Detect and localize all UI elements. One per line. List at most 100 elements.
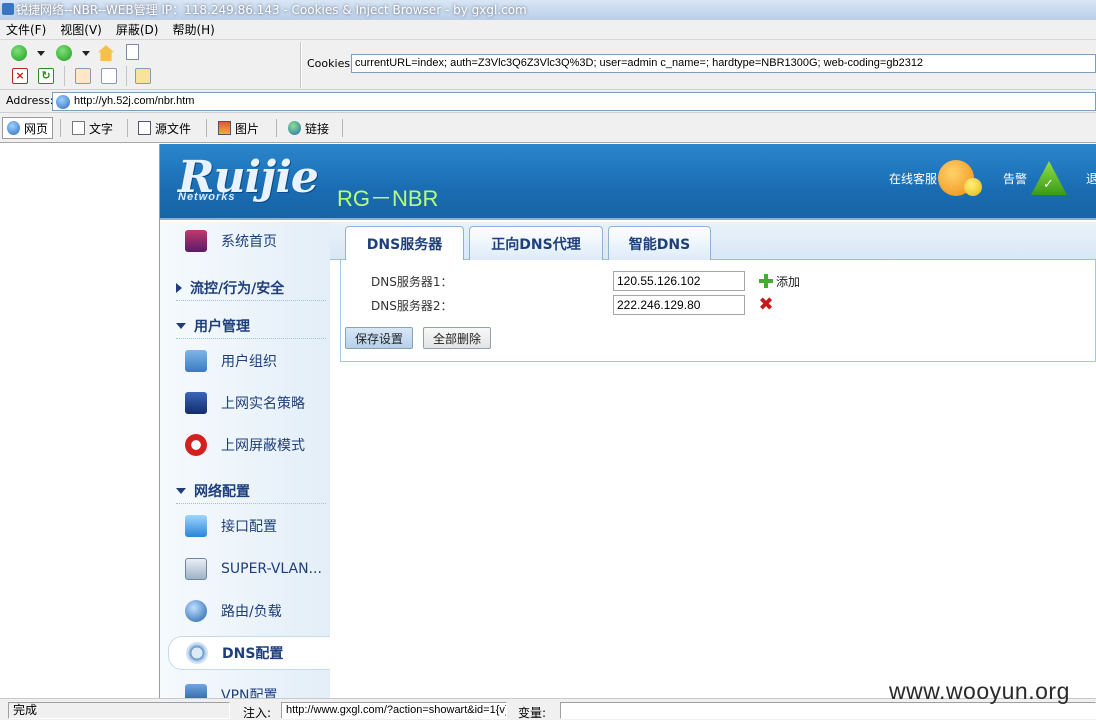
- interface-icon: [185, 515, 207, 537]
- save-button[interactable]: 保存设置: [345, 327, 413, 349]
- view-tab-web[interactable]: 网页: [2, 117, 54, 139]
- block-icon: [185, 434, 207, 456]
- watermark: www.wooyun.org: [889, 678, 1070, 704]
- dns2-input[interactable]: 222.246.129.80: [613, 295, 745, 315]
- delete-icon[interactable]: ✖: [758, 296, 774, 314]
- back-dropdown-icon[interactable]: [37, 51, 45, 56]
- users-icon: [185, 350, 207, 372]
- menu-file[interactable]: 文件(F): [6, 21, 46, 38]
- nav-supervlan-label: SUPER-VLAN...: [221, 561, 322, 577]
- dns-icon: [186, 642, 208, 664]
- router-body: 系统首页 流控/行为/安全 用户管理 用户组织 上网实名策略 上网屏蔽模式 网络…: [160, 222, 1096, 698]
- back-icon[interactable]: [11, 45, 27, 61]
- window-title: 锐捷网络--NBR--WEB管理 IP：118.249.86.143 - Coo…: [16, 3, 527, 17]
- dns2-label: DNS服务器2：: [371, 298, 453, 313]
- copy-icon[interactable]: [75, 68, 91, 84]
- menu-block[interactable]: 屏蔽(D): [116, 21, 159, 38]
- source-icon: [138, 121, 151, 135]
- view-tab-source-label: 源文件: [155, 121, 192, 136]
- forward-dropdown-icon[interactable]: [82, 51, 90, 56]
- view-tab-source[interactable]: 源文件: [134, 117, 195, 139]
- nav-vpn[interactable]: VPN配置: [185, 680, 278, 698]
- nav-home-label: 系统首页: [221, 234, 277, 250]
- alarm-link[interactable]: 告警: [1003, 170, 1027, 187]
- menu-view[interactable]: 视图(V): [60, 21, 102, 38]
- tab-dns-server[interactable]: DNS服务器: [345, 226, 464, 261]
- view-tab-web-label: 网页: [24, 121, 49, 136]
- nav-route-label: 路由/负载: [221, 604, 282, 620]
- add-icon[interactable]: [759, 274, 773, 288]
- view-tab-links[interactable]: 链接: [284, 117, 333, 139]
- cookies-input[interactable]: currentURL=index; auth=Z3Vlc3Q6Z3Vlc3Q%3…: [351, 54, 1096, 73]
- book-icon: [185, 392, 207, 414]
- forward-icon[interactable]: [56, 45, 72, 61]
- vlan-icon: [185, 558, 207, 580]
- add-dns-link[interactable]: 添加: [776, 273, 800, 290]
- refresh-icon[interactable]: ↻: [38, 68, 54, 84]
- view-tab-images[interactable]: 图片: [214, 117, 263, 139]
- caret-right-icon: [176, 282, 182, 293]
- nav-vpn-label: VPN配置: [221, 688, 278, 698]
- router-sidebar: 系统首页 流控/行为/安全 用户管理 用户组织 上网实名策略 上网屏蔽模式 网络…: [160, 222, 330, 698]
- caret-down-icon: [176, 322, 186, 329]
- menu-help[interactable]: 帮助(H): [172, 21, 214, 38]
- stop-icon[interactable]: ×: [12, 68, 28, 84]
- status-text: 完成: [8, 702, 230, 719]
- paste-icon[interactable]: [101, 68, 117, 84]
- nav-block-mode-label: 上网屏蔽模式: [221, 438, 305, 454]
- ie-page-icon: [56, 95, 70, 109]
- inject-input[interactable]: http://www.gxgl.com/?action=showart&id=1…: [281, 702, 507, 719]
- side-panel: [0, 144, 160, 698]
- nav-user-org[interactable]: 用户组织: [185, 346, 277, 376]
- view-tab-links-label: 链接: [305, 121, 330, 136]
- nav-dns-label: DNS配置: [222, 646, 284, 662]
- globe-icon: [7, 121, 20, 135]
- nav-home[interactable]: 系统首页: [185, 226, 277, 256]
- image-icon: [218, 121, 231, 135]
- menu-bar: 文件(F) 视图(V) 屏蔽(D) 帮助(H): [0, 20, 1096, 40]
- nav-group-users-label: 用户管理: [194, 318, 250, 335]
- nav-supervlan[interactable]: SUPER-VLAN...: [185, 554, 322, 584]
- nav-dns[interactable]: DNS配置: [168, 636, 330, 670]
- nav-group-users[interactable]: 用户管理: [176, 313, 326, 339]
- home-icon[interactable]: [98, 45, 114, 61]
- address-url: http://yh.52j.com/nbr.htm: [74, 95, 195, 107]
- dns-tabstrip: DNS服务器 正向DNS代理 智能DNS: [330, 222, 1096, 261]
- nav-route[interactable]: 路由/负载: [185, 596, 282, 626]
- nav-realname[interactable]: 上网实名策略: [185, 388, 305, 418]
- delete-all-button[interactable]: 全部删除: [423, 327, 491, 349]
- vpn-icon: [185, 684, 207, 698]
- nav-user-org-label: 用户组织: [221, 354, 277, 370]
- new-page-icon[interactable]: [126, 44, 139, 60]
- route-icon: [185, 600, 207, 622]
- online-support-link[interactable]: 在线客服: [889, 170, 937, 187]
- dns1-input[interactable]: 120.55.126.102: [613, 271, 745, 291]
- logout-link[interactable]: 退: [1086, 170, 1096, 187]
- view-tab-text-label: 文字: [89, 121, 114, 136]
- inject-label: 注入:: [243, 706, 272, 720]
- lock-icon[interactable]: [135, 68, 151, 84]
- view-tab-text[interactable]: 文字: [68, 117, 117, 139]
- address-bar: Address: http://yh.52j.com/nbr.htm: [0, 90, 1096, 113]
- dns-content: DNS服务器 正向DNS代理 智能DNS DNS服务器1： 120.55.126…: [330, 222, 1096, 698]
- view-mode-bar: 网页 文字 源文件 图片 链接: [0, 113, 1096, 143]
- nav-interface-label: 接口配置: [221, 519, 277, 535]
- nav-group-flow-label: 流控/行为/安全: [190, 280, 285, 297]
- nav-realname-label: 上网实名策略: [221, 396, 305, 412]
- tab-forward-dns-proxy[interactable]: 正向DNS代理: [469, 226, 603, 260]
- nav-group-flow[interactable]: 流控/行为/安全: [176, 275, 326, 301]
- tab-smart-dns[interactable]: 智能DNS: [608, 226, 711, 260]
- document-icon: [72, 121, 85, 135]
- dns1-label: DNS服务器1：: [371, 274, 453, 289]
- nav-interface[interactable]: 接口配置: [185, 511, 277, 541]
- view-tab-images-label: 图片: [235, 121, 260, 136]
- nav-block-mode[interactable]: 上网屏蔽模式: [185, 430, 305, 460]
- app-icon: [2, 3, 14, 15]
- nav-group-network[interactable]: 网络配置: [176, 478, 326, 504]
- router-header: Ruijie Networks RG－NBR 在线客服 告警 ✓ 退: [160, 144, 1096, 220]
- cookies-label: Cookies:: [307, 57, 354, 70]
- address-input[interactable]: http://yh.52j.com/nbr.htm: [52, 92, 1096, 111]
- variable-label: 变量:: [518, 706, 547, 720]
- monitor-icon: [185, 230, 207, 252]
- window-title-bar: 锐捷网络--NBR--WEB管理 IP：118.249.86.143 - Coo…: [0, 0, 1096, 20]
